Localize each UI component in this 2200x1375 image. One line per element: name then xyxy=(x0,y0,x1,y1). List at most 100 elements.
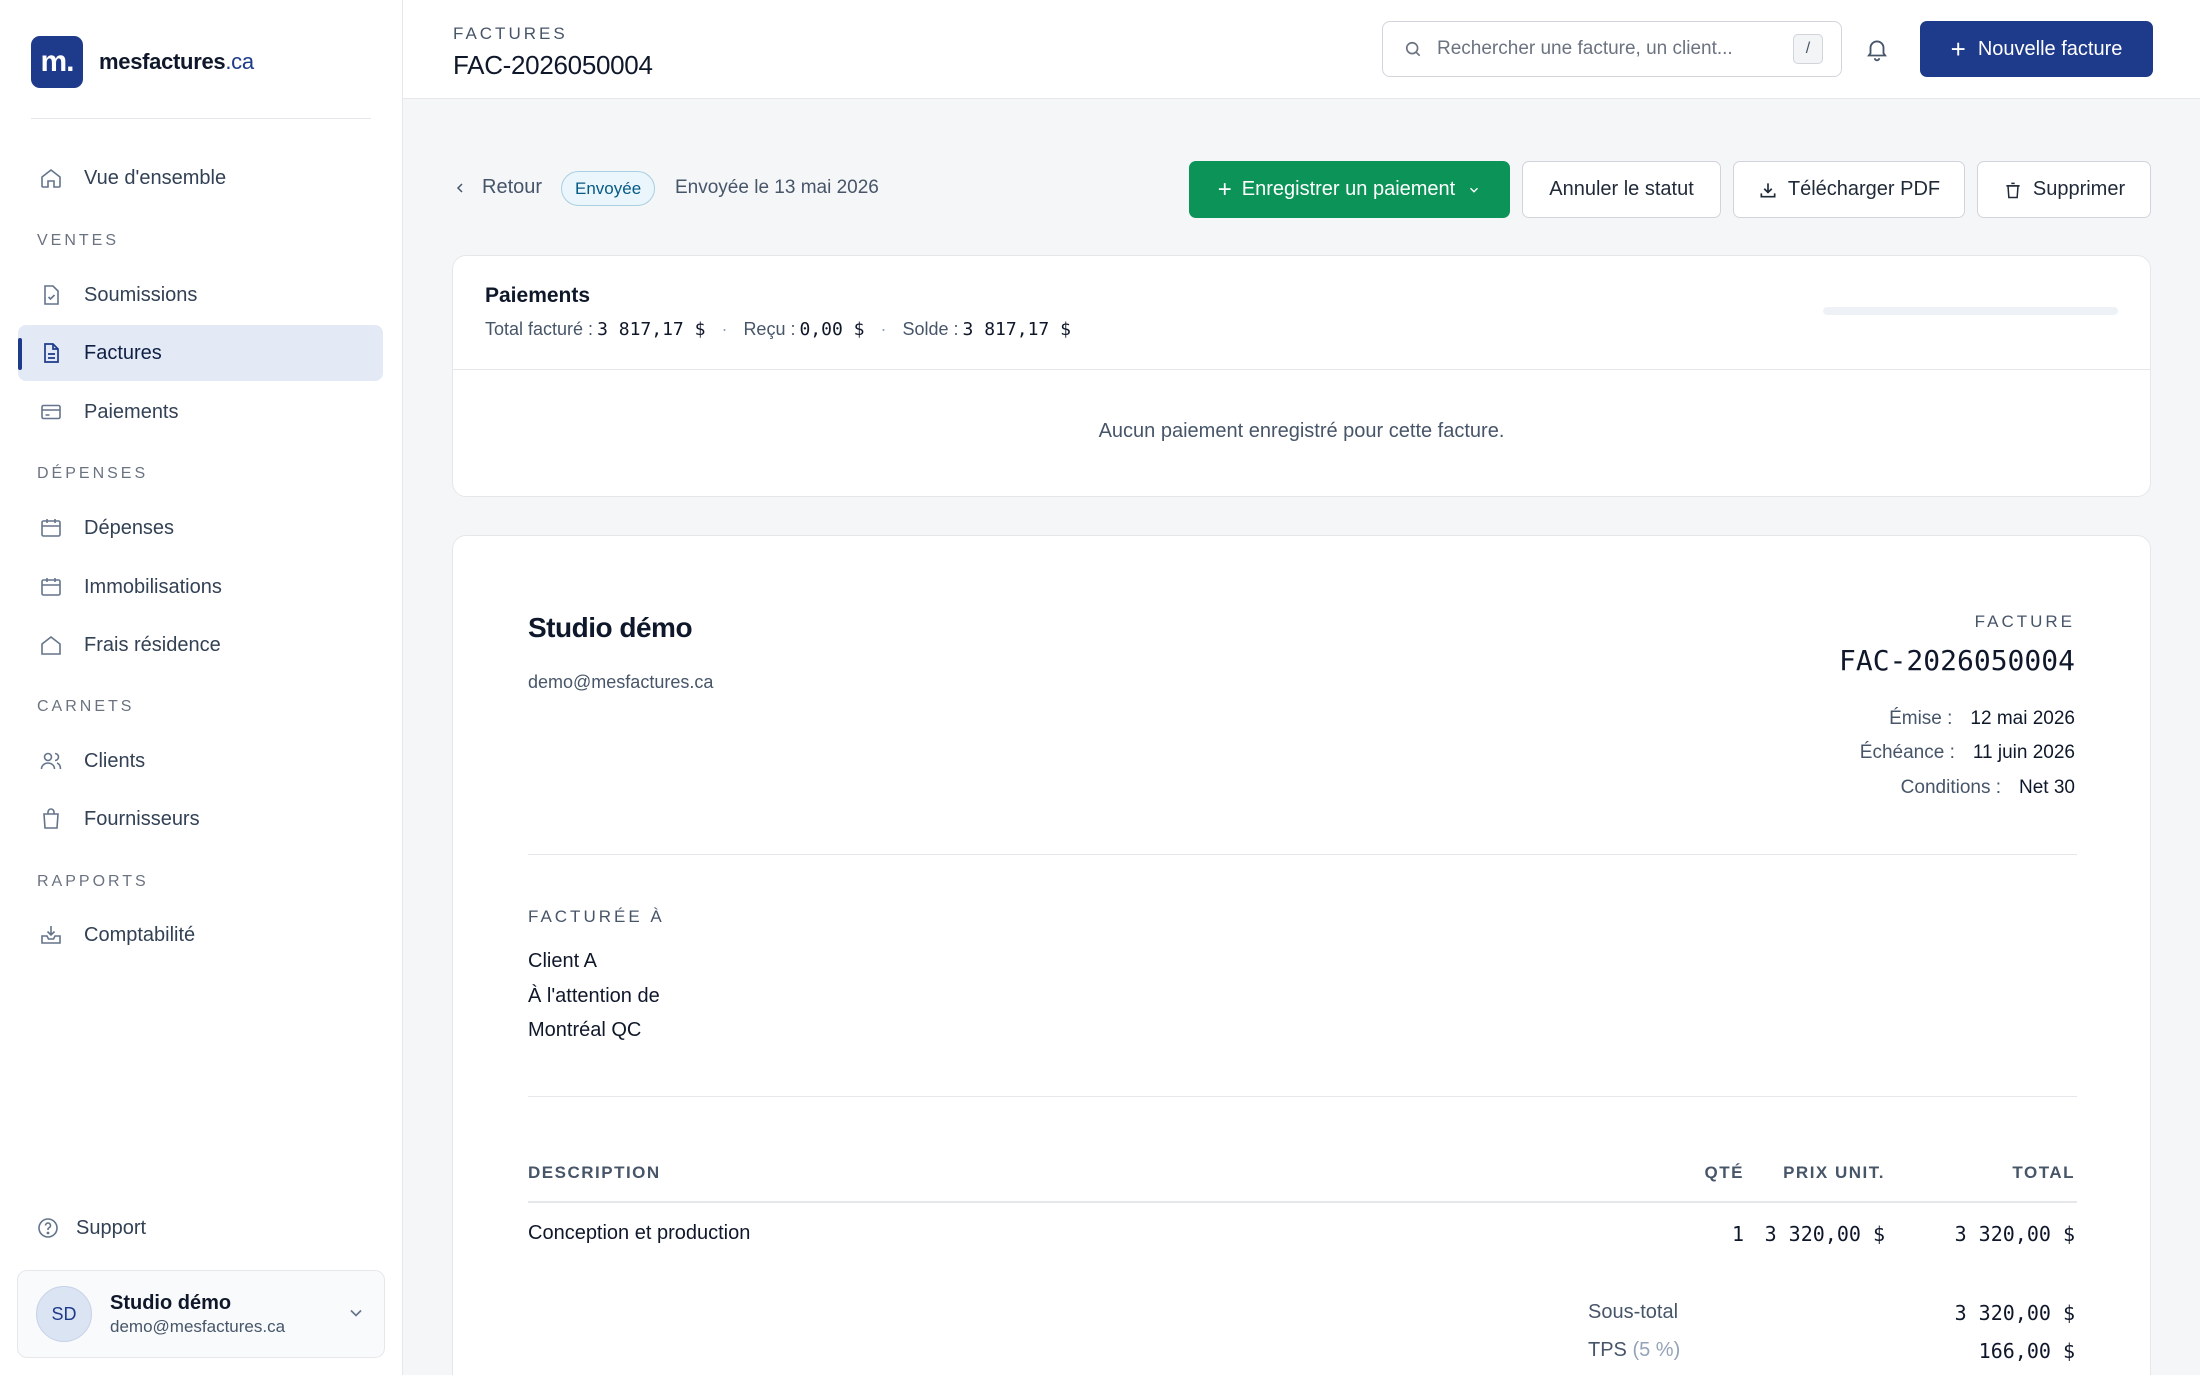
chevron-down-icon xyxy=(1467,183,1481,197)
tax-label: TPS (5 %) xyxy=(1588,1339,1680,1362)
invoice-label: FACTURE xyxy=(1974,612,2075,631)
search-box[interactable]: / xyxy=(1382,21,1842,77)
search-shortcut-key: / xyxy=(1793,34,1823,64)
sidebar-item-label: Comptabilité xyxy=(84,923,196,946)
section-rapports: RAPPORTS xyxy=(37,873,149,890)
payments-header: Paiements Total facturé : 3 817,17 $ · R… xyxy=(453,256,2150,370)
balance-value: 3 817,17 $ xyxy=(962,319,1071,340)
new-invoice-button[interactable]: + Nouvelle facture xyxy=(1920,21,2153,77)
sidebar-item-label: Paiements xyxy=(84,400,179,423)
calendar-icon xyxy=(38,574,64,600)
sidebar-item-paiements[interactable]: Paiements xyxy=(18,384,383,440)
billed-to-line: À l'attention de xyxy=(528,985,660,1007)
due-label: Échéance : xyxy=(1859,742,1955,763)
user-info: Studio démo demo@mesfactures.ca xyxy=(110,1292,285,1337)
sidebar-item-soumissions[interactable]: Soumissions xyxy=(18,267,383,323)
shopping-bag-icon xyxy=(38,806,64,832)
plus-icon: + xyxy=(1950,33,1966,64)
sidebar-item-label: Fournisseurs xyxy=(84,807,200,830)
brand-logo: m. xyxy=(31,36,83,88)
payments-summary: Total facturé : 3 817,17 $ · Reçu : 0,00… xyxy=(485,319,1071,340)
brand-name-text: mesfactures xyxy=(99,49,226,74)
chevron-down-icon xyxy=(346,1303,366,1328)
sent-date: Envoyée le 13 mai 2026 xyxy=(675,177,879,198)
sidebar-item-comptabilite[interactable]: Comptabilité xyxy=(18,907,383,963)
credit-card-icon xyxy=(38,399,64,425)
brand-divider xyxy=(31,118,371,119)
line-unit-price: 3 320,00 $ xyxy=(1764,1222,1885,1246)
invoice-number: FAC-2026050004 xyxy=(1838,644,2075,677)
company-name: Studio démo xyxy=(528,612,693,643)
subtotal-value: 3 320,00 $ xyxy=(1954,1301,2075,1325)
page-title: FAC-2026050004 xyxy=(453,50,653,80)
sidebar-item-label: Immobilisations xyxy=(84,575,222,598)
issued-value: 12 mai 2026 xyxy=(1970,708,2075,729)
calendar-icon xyxy=(38,515,64,541)
delete-button[interactable]: Supprimer xyxy=(1977,161,2151,218)
sidebar-item-overview[interactable]: Vue d'ensemble xyxy=(18,150,383,206)
sidebar-item-label: Dépenses xyxy=(84,516,175,539)
issued-date: Émise : 12 mai 2026 xyxy=(1889,708,2075,730)
column-header-qty: QTÉ xyxy=(1704,1163,1744,1182)
support-link[interactable]: Support xyxy=(36,1216,146,1240)
record-payment-label: Enregistrer un paiement xyxy=(1241,178,1456,200)
download-icon xyxy=(1758,180,1778,200)
avatar: SD xyxy=(36,1286,92,1342)
sidebar-item-fournisseurs[interactable]: Fournisseurs xyxy=(18,791,383,847)
download-pdf-label: Télécharger PDF xyxy=(1787,178,1941,200)
delete-label: Supprimer xyxy=(2032,178,2126,200)
home-icon xyxy=(38,632,64,658)
sidebar-item-immobilisations[interactable]: Immobilisations xyxy=(18,559,383,615)
payment-progress-bar xyxy=(1823,307,2118,315)
support-label: Support xyxy=(76,1216,147,1239)
bell-icon[interactable] xyxy=(1862,32,1892,66)
due-value: 11 juin 2026 xyxy=(1972,742,2075,763)
separator-dot: · xyxy=(721,319,728,339)
sidebar-item-label: Vue d'ensemble xyxy=(84,166,227,189)
payments-card: Paiements Total facturé : 3 817,17 $ · R… xyxy=(452,255,2151,497)
search-icon xyxy=(1403,38,1425,60)
user-email: demo@mesfactures.ca xyxy=(110,1316,286,1336)
payments-title: Paiements xyxy=(485,284,591,307)
back-button[interactable]: Retour xyxy=(452,176,542,199)
active-indicator xyxy=(18,338,22,370)
line-total: 3 320,00 $ xyxy=(1954,1222,2075,1246)
download-pdf-button[interactable]: Télécharger PDF xyxy=(1733,161,1965,218)
column-header-description: DESCRIPTION xyxy=(528,1163,661,1182)
inbox-icon xyxy=(38,922,64,948)
line-qty: 1 xyxy=(1731,1222,1744,1246)
column-header-total: TOTAL xyxy=(2012,1163,2075,1182)
billed-to-label: FACTURÉE À xyxy=(528,907,665,926)
user-menu[interactable]: SD Studio démo demo@mesfactures.ca xyxy=(17,1270,385,1358)
document-check-icon xyxy=(38,282,64,308)
terms-value: Net 30 xyxy=(2019,777,2075,798)
sidebar-item-label: Clients xyxy=(84,749,146,772)
sidebar-item-label: Factures xyxy=(84,341,162,364)
sidebar-item-clients[interactable]: Clients xyxy=(18,733,383,789)
total-value: 3 817,17 $ xyxy=(597,319,706,340)
due-date: Échéance : 11 juin 2026 xyxy=(1860,742,2075,764)
search-input[interactable] xyxy=(1437,38,1787,60)
terms-label: Conditions : xyxy=(1900,777,2002,798)
brand[interactable]: m. mesfactures.ca xyxy=(31,36,254,88)
sidebar-item-depenses[interactable]: Dépenses xyxy=(18,500,383,556)
home-icon xyxy=(38,165,64,191)
brand-tld: .ca xyxy=(225,49,254,74)
payments-empty-message: Aucun paiement enregistré pour cette fac… xyxy=(1098,420,1505,442)
sidebar-item-frais-residence[interactable]: Frais résidence xyxy=(18,617,383,673)
trash-icon xyxy=(2003,180,2023,200)
tax-value: 166,00 $ xyxy=(1978,1339,2075,1363)
invoice-document: Studio démo demo@mesfactures.ca FACTURE … xyxy=(452,535,2151,1375)
separator-dot: · xyxy=(880,319,887,339)
brand-name: mesfactures.ca xyxy=(99,49,254,75)
sidebar-item-label: Frais résidence xyxy=(84,633,221,656)
sidebar-item-label: Soumissions xyxy=(84,283,198,306)
users-icon xyxy=(38,748,64,774)
cancel-status-button[interactable]: Annuler le statut xyxy=(1522,161,1721,218)
section-depenses: DÉPENSES xyxy=(37,465,149,482)
record-payment-button[interactable]: + Enregistrer un paiement xyxy=(1189,161,1510,218)
line-description: Conception et production xyxy=(528,1222,751,1244)
billed-to-line: Montréal QC xyxy=(528,1019,642,1041)
sidebar-item-factures[interactable]: Factures xyxy=(18,325,383,381)
received-value: 0,00 $ xyxy=(799,319,865,340)
